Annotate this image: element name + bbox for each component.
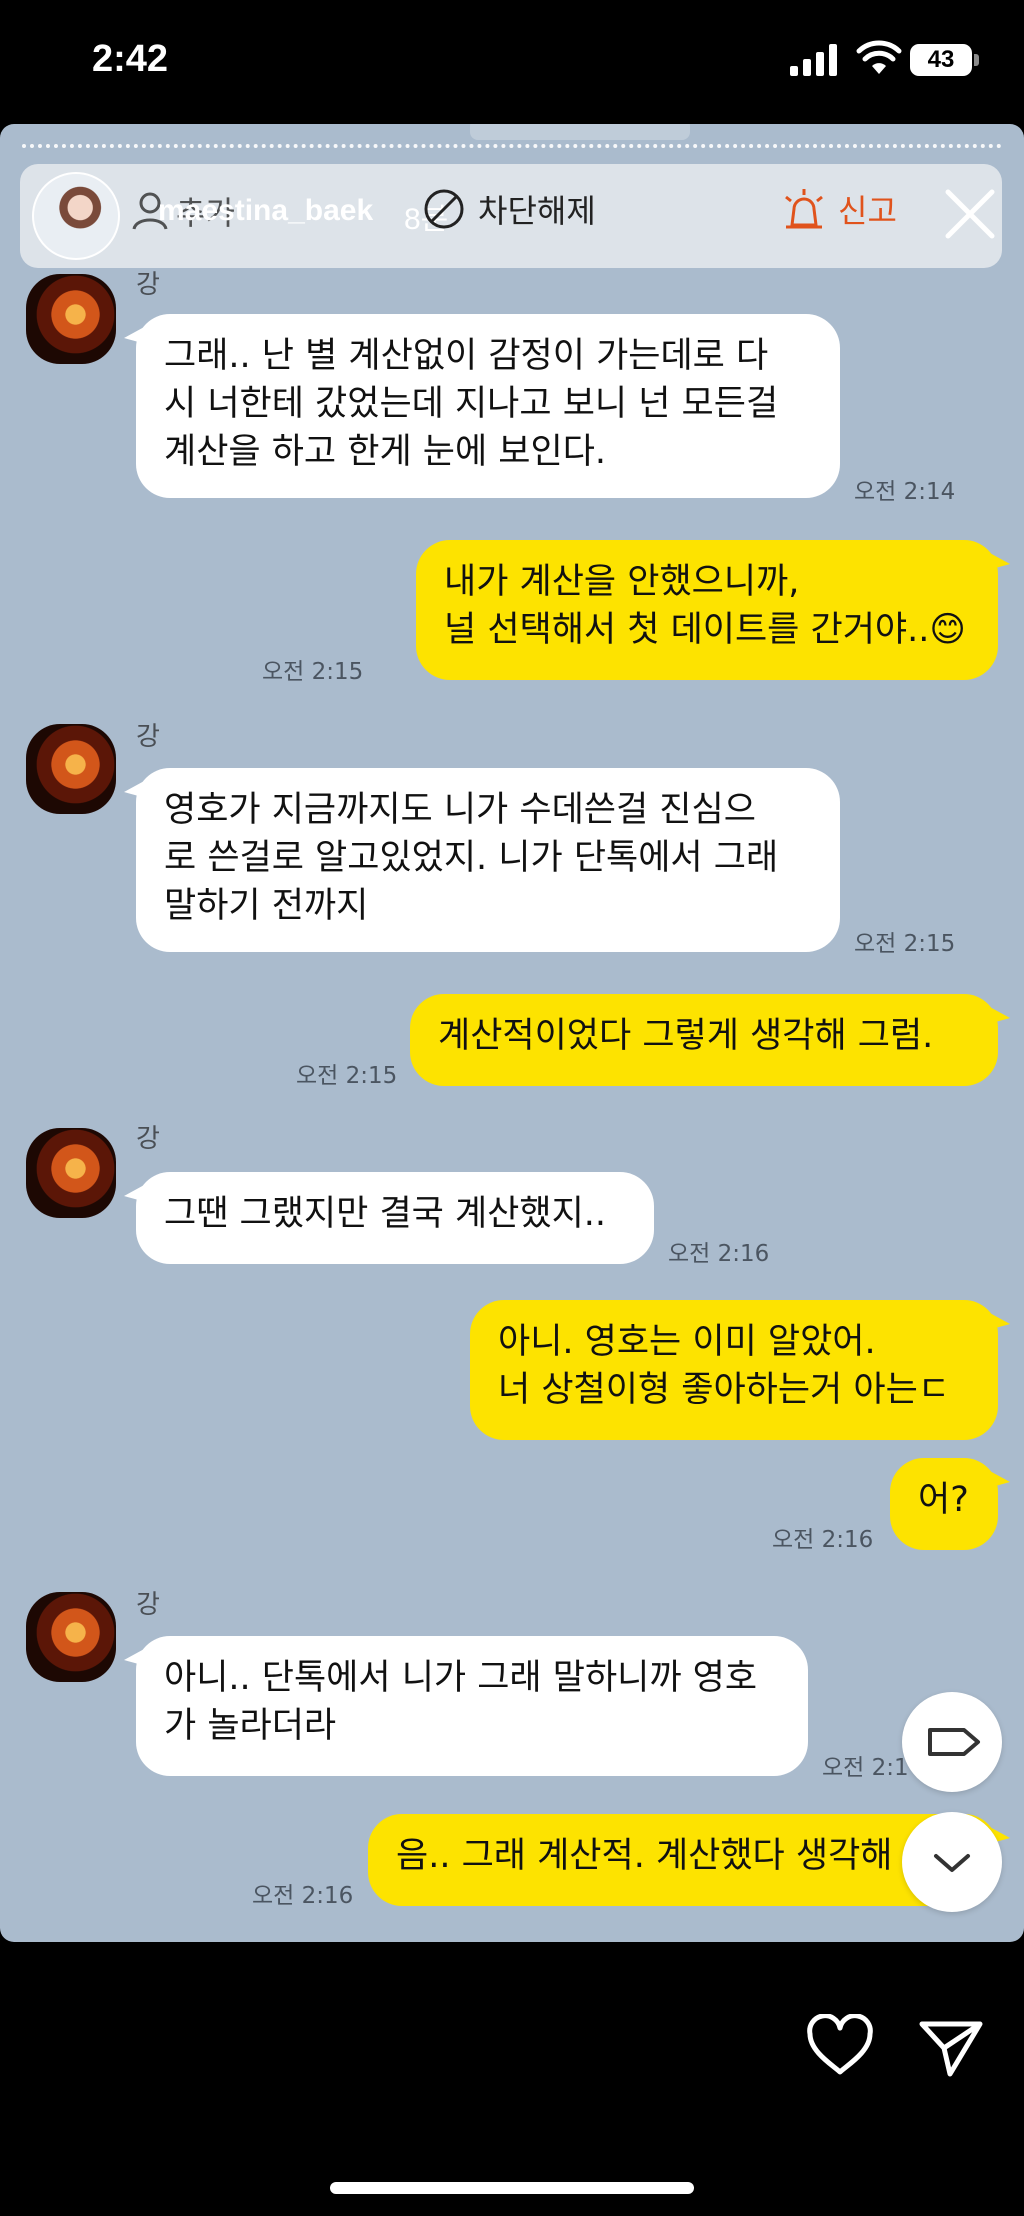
sent-message[interactable]: 계산적이었다 그렇게 생각해 그럼. (410, 994, 1010, 1086)
message-timestamp: 오전 2:16 (668, 1241, 770, 1267)
status-time: 2:42 (92, 38, 169, 80)
unblock-label: 차단해제 (478, 192, 596, 230)
chevron-down-icon (934, 1854, 970, 1872)
sent-message[interactable]: 아니. 영호는 이미 알았어. 너 상철이형 좋아하는거 아는ㄷ (470, 1300, 1010, 1440)
unblock-button[interactable]: 차단해제 (422, 186, 596, 232)
siren-icon (785, 189, 823, 229)
message-timestamp: 오전 2:15 (854, 931, 956, 957)
heart-icon[interactable] (804, 2014, 876, 2078)
received-message[interactable]: 그래.. 난 별 계산없이 감정이 가는데로 다 시 너한테 갔었는데 지나고 … (124, 314, 840, 498)
story-username[interactable]: maestina_baek (158, 194, 373, 228)
sender-name: 강 (136, 1590, 160, 1620)
cellular-signal-icon (790, 44, 837, 76)
battery-icon: 43 (910, 44, 972, 76)
message-timestamp: 오전 2:16 (772, 1527, 874, 1553)
sender-name: 강 (136, 270, 160, 300)
wifi-icon (856, 40, 902, 74)
battery-tip (974, 54, 979, 66)
lion-avatar[interactable] (26, 274, 116, 364)
tag-icon (928, 1728, 980, 1756)
message-timestamp: 오전 2:14 (854, 479, 956, 505)
chat-panel: 강그래.. 난 별 계산없이 감정이 가는데로 다 시 너한테 갔었는데 지나고… (0, 124, 1024, 1942)
lion-avatar[interactable] (26, 1592, 116, 1682)
message-timestamp: 오전 2:15 (296, 1063, 398, 1089)
lion-avatar[interactable] (26, 1128, 116, 1218)
story-progress-bar (22, 144, 1002, 148)
sender-name: 강 (136, 722, 160, 752)
block-icon (424, 189, 464, 229)
received-message[interactable]: 그땐 그랬지만 결국 계산했지.. (124, 1172, 654, 1264)
lion-avatar[interactable] (26, 724, 116, 814)
message-timestamp: 오전 2:1 (822, 1755, 909, 1781)
close-icon[interactable] (938, 182, 1002, 246)
story-header: 추가 maestina_baek 8분 차단해제 신고 (20, 164, 1002, 268)
story-avatar[interactable] (32, 172, 120, 260)
report-label: 신고 (838, 192, 897, 230)
report-button[interactable]: 신고 (780, 186, 897, 232)
message-timestamp: 오전 2:16 (252, 1883, 354, 1909)
received-message[interactable]: 아니.. 단톡에서 니가 그래 말하니까 영호 가 놀라더라 (124, 1636, 808, 1776)
scroll-down-button[interactable] (902, 1812, 1002, 1912)
home-indicator (330, 2182, 694, 2194)
sent-message[interactable]: 어? (890, 1458, 1010, 1550)
sender-name: 강 (136, 1124, 160, 1154)
tag-button[interactable] (902, 1692, 1002, 1792)
message-timestamp: 오전 2:15 (262, 659, 364, 685)
status-bar: 2:42 43 (0, 0, 1024, 120)
send-icon[interactable] (918, 2018, 984, 2078)
sent-message[interactable]: 내가 계산을 안했으니까, 널 선택해서 첫 데이트를 간거야..😊 (416, 540, 1010, 680)
faded-title (470, 124, 690, 140)
received-message[interactable]: 영호가 지금까지도 니가 수데쓴걸 진심으 로 쓴걸로 알고있었지. 니가 단톡… (124, 768, 840, 952)
